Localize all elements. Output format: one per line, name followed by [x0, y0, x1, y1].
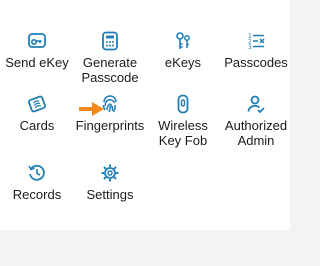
authorized-admin-icon [247, 95, 265, 114]
cards-tile[interactable]: Cards [1, 94, 73, 133]
svg-text:3: 3 [248, 44, 252, 51]
ekeys-icon [176, 32, 190, 49]
fingerprints-label: Fingerprints [75, 118, 145, 133]
passcodes-label: Passcodes [224, 55, 288, 70]
passcodes-tile[interactable]: 1 2 3 Passcodes [220, 31, 292, 70]
ekeys-label: eKeys [164, 55, 202, 70]
settings-label: Settings [86, 187, 134, 202]
scrollbar-gutter [290, 0, 295, 266]
records-label: Records [12, 187, 62, 202]
authorized-admin-tile[interactable]: Authorized Admin [220, 94, 292, 148]
cards-icon [28, 95, 46, 113]
wireless-key-fob-label: Wireless Key Fob [158, 118, 208, 148]
generate-passcode-label: Generate Passcode [81, 55, 139, 85]
records-tile[interactable]: Records [1, 163, 73, 202]
generate-passcode-icon [102, 31, 118, 51]
send-ekey-label: Send eKey [5, 55, 69, 70]
records-icon [28, 164, 45, 181]
wireless-key-fob-tile[interactable]: Wireless Key Fob [147, 94, 219, 148]
pointer-arrow-icon [79, 102, 104, 116]
send-ekey-icon [28, 33, 46, 48]
generate-passcode-tile[interactable]: Generate Passcode [74, 31, 146, 85]
key-fob-icon [177, 94, 189, 114]
authorized-admin-label: Authorized Admin [224, 118, 288, 148]
ekeys-tile[interactable]: eKeys [147, 31, 219, 70]
settings-tile[interactable]: Settings [74, 163, 146, 202]
feature-grid-panel: Send eKey Generate Passcode eKeys 1 2 3 … [0, 0, 290, 230]
settings-icon [101, 164, 119, 182]
passcodes-icon: 1 2 3 [248, 33, 265, 51]
send-ekey-tile[interactable]: Send eKey [1, 31, 73, 70]
cards-label: Cards [19, 118, 55, 133]
